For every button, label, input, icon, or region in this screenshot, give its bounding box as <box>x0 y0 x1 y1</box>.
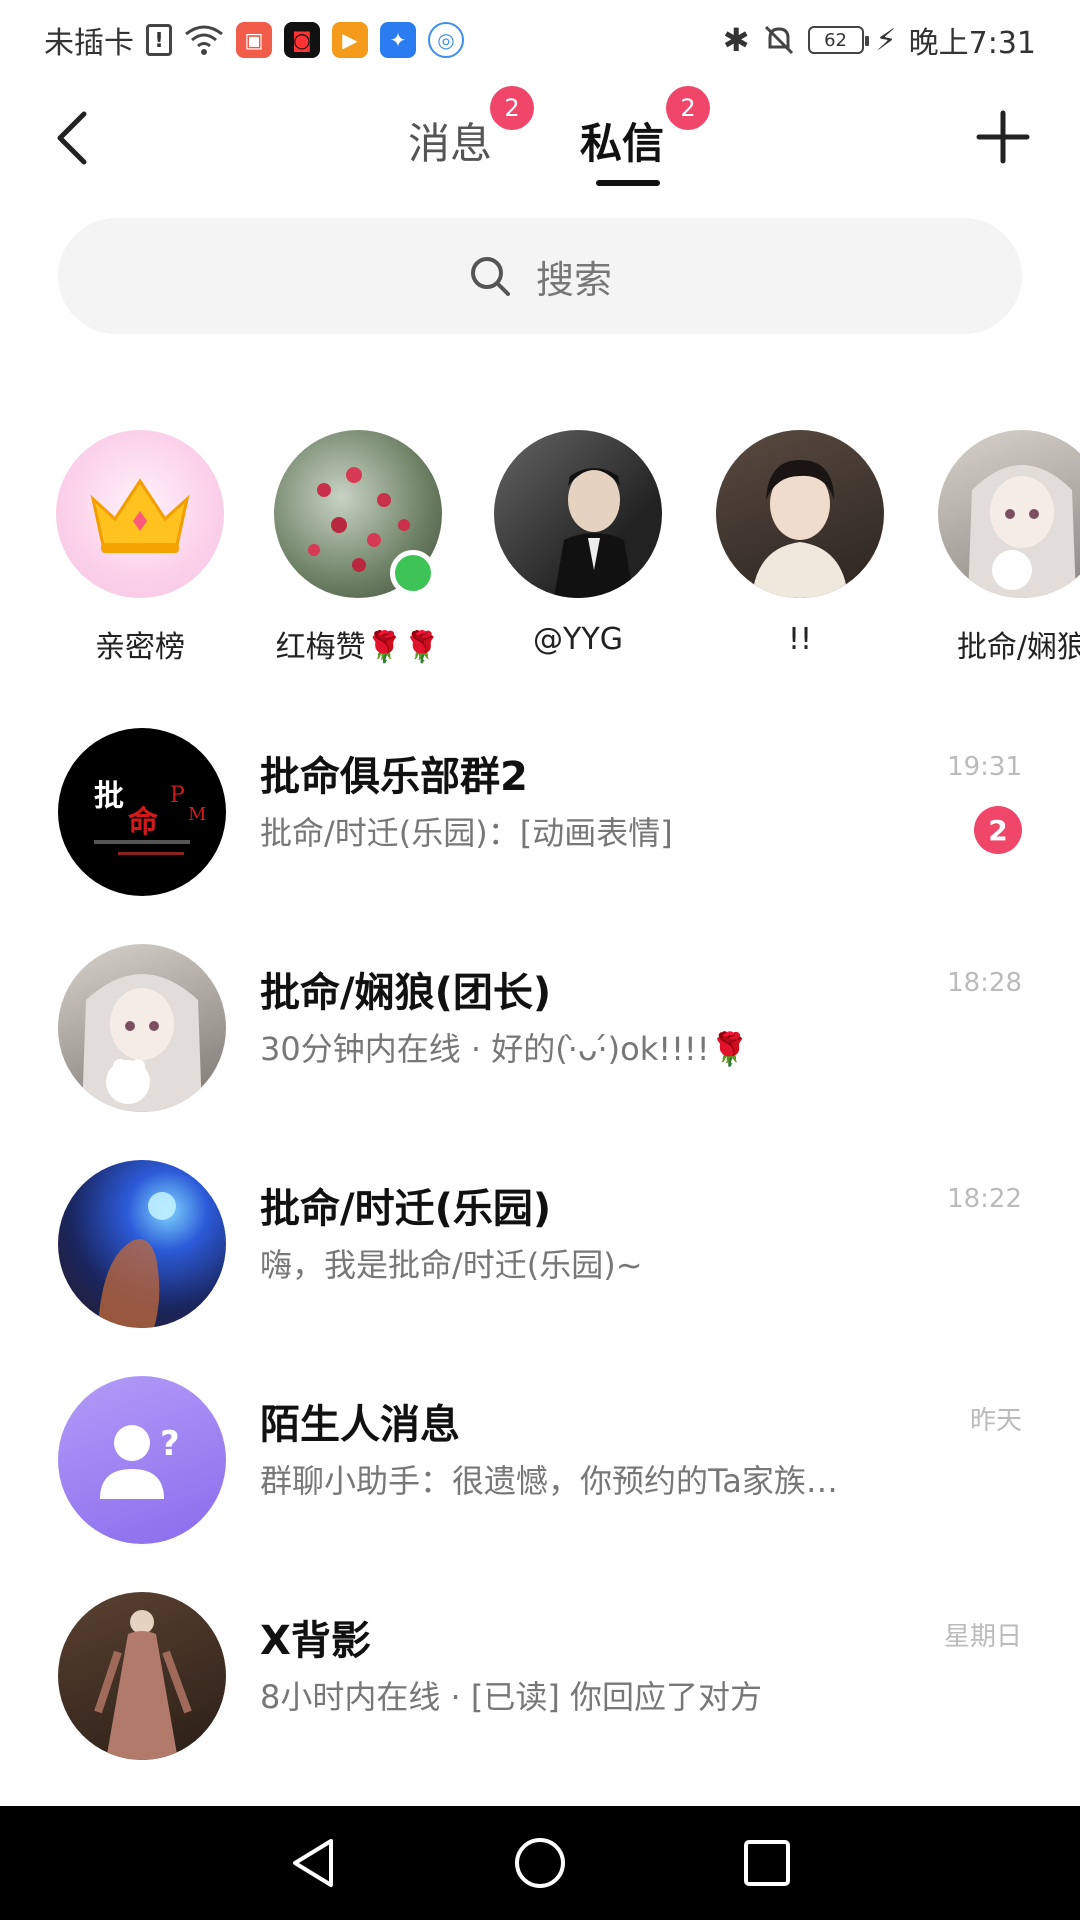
conversation-name: 陌生人消息 <box>260 1402 460 1448</box>
young-man-image <box>752 460 848 598</box>
back-button[interactable] <box>44 108 100 168</box>
conversation-time: 19:31 <box>947 752 1022 782</box>
search-bar[interactable]: 搜索 <box>58 218 1022 334</box>
video-app-icon: ◙ <box>284 22 320 58</box>
tab-messages[interactable]: 消息 <box>408 110 492 171</box>
conversation-name: 批命/娴狼(团长) <box>260 970 552 1016</box>
avatar <box>494 430 662 598</box>
story-name: 亲密榜 <box>95 630 185 665</box>
conversation-preview: 30分钟内在线 · 好的(·̀ᴗ·́)ok!!!!🌹 <box>260 1030 750 1068</box>
chevron-left-icon <box>57 111 87 165</box>
conversation-name: X背影 <box>260 1618 371 1664</box>
plus-icon <box>976 110 1030 164</box>
conversation-preview: 群聊小助手：很遗憾，你预约的Ta家族… <box>260 1462 838 1500</box>
story-yyg[interactable]: @YYG <box>468 430 688 657</box>
tab-messages-badge: 2 <box>490 86 534 130</box>
conversation-time: 18:28 <box>947 968 1022 998</box>
status-bar: 未插卡 ! ▣ ◙ ▶ ✦ ◎ ✱ 62 ⚡ 晚上7:31 <box>0 0 1080 80</box>
svg-text:?: ? <box>160 1424 180 1464</box>
nav-back-icon[interactable] <box>285 1835 341 1891</box>
conversation-time: 星期日 <box>943 1622 1022 1652</box>
conversation-preview: 8小时内在线 · [已读] 你回应了对方 <box>260 1678 763 1716</box>
mute-bell-icon <box>764 25 793 55</box>
costume-figure-image <box>94 1610 192 1760</box>
conversation-item[interactable]: 批命PM 批命俱乐部群2 批命/时迁(乐园)：[动画表情] 19:31 2 <box>0 728 1080 928</box>
avatar <box>58 1160 226 1328</box>
story-name: 批命/娴狼 <box>956 630 1080 665</box>
conversation-item[interactable]: X背影 8小时内在线 · [已读] 你回应了对方 星期日 <box>0 1592 1080 1792</box>
avatar <box>58 1592 226 1760</box>
unread-badge: 2 <box>974 806 1022 854</box>
charging-icon: ⚡ <box>875 22 897 58</box>
nav-home-icon[interactable] <box>512 1835 568 1891</box>
story-exclaim[interactable]: !! <box>690 430 910 657</box>
status-right: ✱ 62 ⚡ 晚上7:31 <box>723 18 1036 62</box>
tab-direct-messages-badge: 2 <box>666 86 710 130</box>
tab-direct-messages[interactable]: 私信 <box>580 110 664 171</box>
wifi-icon <box>185 25 223 55</box>
avatar <box>716 430 884 598</box>
story-name: 红梅赞🌹🌹 <box>275 630 441 665</box>
anime-girl-image <box>968 465 1076 598</box>
stranger-icon: ? <box>100 1424 180 1499</box>
search-icon <box>470 257 510 296</box>
battery-icon: 62 <box>807 26 869 54</box>
avatar <box>58 944 226 1112</box>
story-pimingxianlang[interactable]: 批命/娴狼 <box>912 430 1080 666</box>
avatar: ? <box>58 1376 226 1544</box>
nav-recents-icon[interactable] <box>739 1835 795 1891</box>
avatar: 批命PM <box>58 728 226 896</box>
group-logo-image: 批命PM <box>94 779 206 855</box>
svg-text:M: M <box>188 804 206 825</box>
svg-text:批: 批 <box>94 779 124 814</box>
search-placeholder: 搜索 <box>535 257 612 302</box>
avatar <box>938 430 1080 598</box>
header: 消息 2 私信 2 <box>0 80 1080 200</box>
avatar <box>56 430 224 598</box>
conversation-time: 18:22 <box>947 1184 1022 1214</box>
conversation-time: 昨天 <box>969 1406 1022 1436</box>
svg-text:命: 命 <box>128 805 159 840</box>
blue-portrait-image <box>98 1192 176 1328</box>
intimacy-row: 亲密榜 红梅赞🌹🌹 @YYG !! 批命/娴狼 <box>0 430 1080 670</box>
conversation-item[interactable]: 批命/娴狼(团长) 30分钟内在线 · 好的(·̀ᴗ·́)ok!!!!🌹 18:… <box>0 944 1080 1144</box>
man-in-suit-image <box>554 468 634 598</box>
kuaishou-app-icon: ▣ <box>236 22 272 58</box>
conversation-name: 批命/时迁(乐园) <box>260 1186 552 1232</box>
story-intimacy-list[interactable]: 亲密榜 <box>30 430 250 666</box>
svg-text:P: P <box>170 783 185 808</box>
browser-app-icon: ◎ <box>428 22 464 58</box>
story-name: !! <box>787 622 813 657</box>
system-nav-bar <box>0 1806 1080 1920</box>
play-app-icon: ▶ <box>332 22 368 58</box>
bulb-app-icon: ✦ <box>380 22 416 58</box>
clock-text: 晚上7:31 <box>908 26 1036 61</box>
conversation-preview: 批命/时迁(乐园)：[动画表情] <box>260 814 673 852</box>
sim-alert-icon: ! <box>146 24 172 56</box>
conversation-preview: 嗨，我是批命/时迁(乐园)~ <box>260 1246 643 1284</box>
anime-girl-image <box>82 974 202 1112</box>
crown-icon <box>90 478 190 553</box>
bluetooth-icon: ✱ <box>722 21 750 59</box>
conversation-item[interactable]: ? 陌生人消息 群聊小助手：很遗憾，你预约的Ta家族… 昨天 <box>0 1376 1080 1576</box>
conversation-item[interactable]: 批命/时迁(乐园) 嗨，我是批命/时迁(乐园)~ 18:22 <box>0 1160 1080 1360</box>
status-left: 未插卡 ! ▣ ◙ ▶ ✦ ◎ <box>44 18 464 62</box>
carrier-text: 未插卡 <box>44 26 134 61</box>
story-hongmeizan[interactable]: 红梅赞🌹🌹 <box>248 430 468 666</box>
conversation-name: 批命俱乐部群2 <box>260 754 528 800</box>
active-tab-indicator <box>596 180 660 186</box>
online-indicator <box>390 550 436 596</box>
story-name: @YYG <box>533 622 623 657</box>
add-button[interactable] <box>970 104 1036 170</box>
